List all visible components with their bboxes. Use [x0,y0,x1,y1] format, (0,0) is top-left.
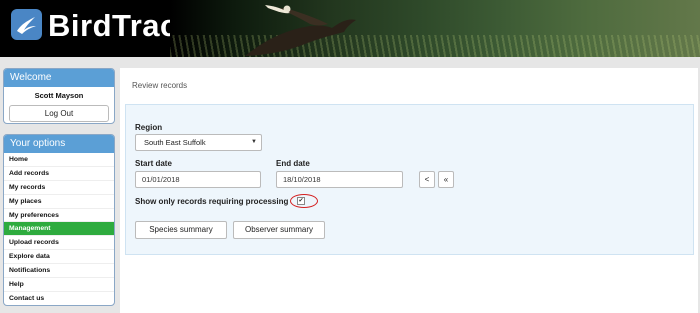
welcome-panel-title: Welcome [4,69,114,87]
processing-label: Show only records requiring processing [135,197,289,206]
region-select[interactable]: South East Suffolk ▼ [135,134,262,151]
main-content: Review records Region South East Suffolk… [120,68,698,313]
welcome-panel: Welcome Scott Mayson Log Out [3,68,115,124]
chevron-down-icon: ▼ [251,139,257,145]
page-title: Review records [132,81,188,90]
bird-logo-icon[interactable] [11,9,42,40]
bird-banner-image [170,0,700,57]
species-summary-button[interactable]: Species summary [135,221,227,239]
sidebar-item-my-records[interactable]: My records [4,181,114,195]
highlight-annotation [290,194,318,208]
sidebar-item-add-records[interactable]: Add records [4,167,114,181]
sidebar-item-contact-us[interactable]: Contact us [4,292,114,305]
start-date-input[interactable]: 01/01/2018 [135,171,261,188]
sidebar-item-explore-data[interactable]: Explore data [4,250,114,265]
options-panel-title: Your options [4,135,114,153]
end-date-input[interactable]: 18/10/2018 [276,171,403,188]
region-label: Region [135,123,163,132]
user-name: Scott Mayson [34,91,84,100]
sidebar-item-notifications[interactable]: Notifications [4,264,114,279]
start-date-label: Start date [135,159,172,168]
sidebar-item-my-places[interactable]: My places [4,195,114,209]
region-select-value: South East Suffolk [144,138,206,147]
end-date-label: End date [276,159,310,168]
sidebar-item-upload-records[interactable]: Upload records [4,236,114,251]
first-period-button[interactable]: « [438,171,454,188]
sidebar-item-home[interactable]: Home [4,153,114,167]
sidebar-item-my-preferences[interactable]: My preferences [4,209,114,223]
review-form: Region South East Suffolk ▼ Start date 0… [125,104,694,255]
observer-summary-button[interactable]: Observer summary [233,221,325,239]
site-header: BirdTrack [0,0,700,57]
prev-period-button[interactable]: < [419,171,435,188]
sidebar-item-management[interactable]: Management [4,222,114,237]
options-panel: Your options Home Add records My records… [3,134,115,306]
sidebar-item-help[interactable]: Help [4,278,114,292]
logout-button[interactable]: Log Out [9,105,109,122]
